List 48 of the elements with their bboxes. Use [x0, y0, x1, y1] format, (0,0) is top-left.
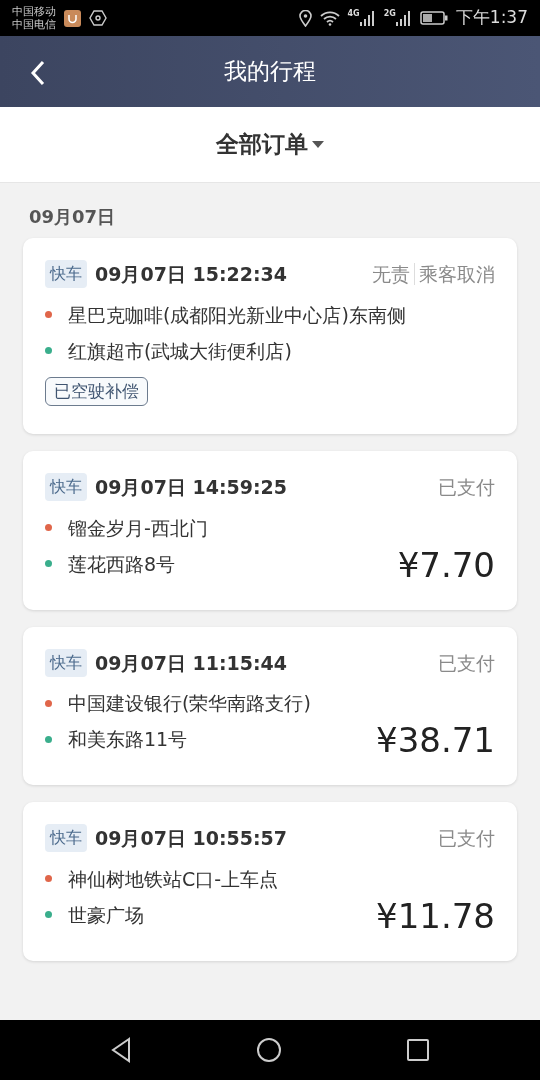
order-filter-dropdown[interactable]: 全部订单 [210, 126, 330, 163]
back-nav-icon[interactable] [110, 1037, 132, 1063]
stop-address: 红旗超市(武城大街便利店) [68, 338, 292, 364]
hexagon-icon [89, 10, 107, 26]
trip-card[interactable]: 快车 09月07日 14:59:25 已支付 镏金岁月-西北门 莲花西路8号 ¥7.70 [23, 451, 517, 610]
stop-address: 世豪广场 [68, 902, 144, 928]
trip-card[interactable]: 快车 09月07日 15:22:34 无责 乘客取消 星巴克咖啡(成都阳光新业中心店)东南侧 红旗超市(武城大街便利店) 已空驶补偿 [23, 238, 517, 434]
stop-address: 镏金岁月-西北门 [68, 515, 208, 541]
stop-address: 莲花西路8号 [68, 551, 176, 577]
trip-status: 已支付 [438, 826, 495, 851]
trip-datetime: 09月07日 15:22:34 [95, 262, 287, 287]
trip-card[interactable]: 快车 09月07日 11:15:44 已支付 中国建设银行(荣华南路支行) 和美东路11号 ¥38.71 [23, 626, 517, 785]
section-date: 09月07日 [28, 205, 117, 229]
trip-datetime: 09月07日 10:55:57 [95, 826, 287, 851]
ride-type-tag: 快车 [45, 824, 87, 853]
location-icon [298, 9, 312, 27]
network-type-label: 2G [383, 10, 396, 18]
page-title: 我的行程 [224, 57, 316, 87]
clock-time: 下午1:37 [455, 6, 528, 30]
home-nav-icon[interactable] [256, 1037, 282, 1063]
trip-price: ¥7.70 [397, 547, 495, 582]
wifi-icon [319, 10, 340, 26]
trip-price: ¥38.71 [376, 723, 495, 757]
trip-status: 已支付 [438, 650, 495, 676]
battery-icon [419, 11, 448, 25]
carrier-name: 中国移动 [12, 5, 56, 18]
recents-nav-icon[interactable] [406, 1038, 430, 1062]
trip-datetime: 09月07日 11:15:44 [95, 650, 287, 676]
trip-status: 已支付 [438, 475, 495, 500]
signal-icon [395, 10, 412, 26]
stop-address: 神仙树地铁站C口-上车点 [68, 866, 279, 892]
compensation-tag: 已空驶补偿 [45, 376, 148, 406]
network-type-label: 4G [347, 10, 360, 18]
app-icon [64, 9, 81, 27]
stop-address: 中国建设银行(荣华南路支行) [68, 691, 311, 716]
ride-type-tag: 快车 [45, 648, 87, 677]
trip-price: ¥11.78 [376, 898, 495, 933]
trip-status: 乘客取消 [419, 262, 495, 287]
stop-address: 星巴克咖啡(成都阳光新业中心店)东南侧 [68, 302, 406, 328]
stop-address: 和美东路11号 [68, 727, 188, 752]
trip-datetime: 09月07日 14:59:25 [95, 475, 287, 500]
signal-icon [359, 10, 376, 26]
ride-type-tag: 快车 [45, 473, 87, 502]
trip-card[interactable]: 快车 09月07日 10:55:57 已支付 神仙树地铁站C口-上车点 世豪广场 ¥11.78 [23, 802, 517, 961]
ride-type-tag: 快车 [45, 260, 87, 289]
carrier-name: 中国电信 [12, 18, 56, 31]
caret-icon [312, 141, 324, 148]
trip-status: 无责 [372, 262, 410, 287]
